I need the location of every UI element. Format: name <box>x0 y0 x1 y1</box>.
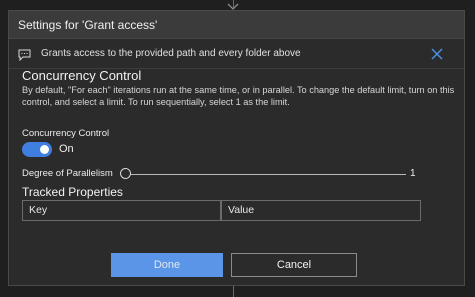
toggle-knob <box>40 145 49 154</box>
concurrency-toggle-label: Concurrency Control <box>22 128 110 139</box>
settings-dialog: Settings for 'Grant access' Grants acces… <box>8 10 465 286</box>
concurrency-section-title: Concurrency Control <box>22 68 142 83</box>
tracked-key-input[interactable]: Key <box>22 200 221 221</box>
parallelism-slider-thumb[interactable] <box>120 168 131 179</box>
dialog-titlebar: Settings for 'Grant access' <box>9 11 464 39</box>
close-icon[interactable] <box>430 47 444 61</box>
dialog-description: Grants access to the provided path and e… <box>41 48 301 59</box>
concurrency-section-description: By default, "For each" iterations run at… <box>22 85 455 107</box>
description-row: Grants access to the provided path and e… <box>9 39 464 69</box>
parallelism-label: Degree of Parallelism <box>22 168 113 179</box>
parallelism-value: 1 <box>410 168 416 179</box>
concurrency-toggle-state: On <box>59 143 74 155</box>
comment-icon <box>18 49 31 61</box>
concurrency-toggle[interactable] <box>22 142 52 157</box>
tracked-properties-title: Tracked Properties <box>22 185 123 199</box>
tracked-value-input[interactable]: Value <box>221 200 421 221</box>
done-button[interactable]: Done <box>111 253 223 277</box>
parallelism-slider-track[interactable] <box>131 174 406 175</box>
flow-connector-bottom <box>233 286 234 297</box>
dialog-title: Settings for 'Grant access' <box>18 17 158 32</box>
canvas: Settings for 'Grant access' Grants acces… <box>0 0 475 297</box>
cancel-button[interactable]: Cancel <box>231 253 357 277</box>
